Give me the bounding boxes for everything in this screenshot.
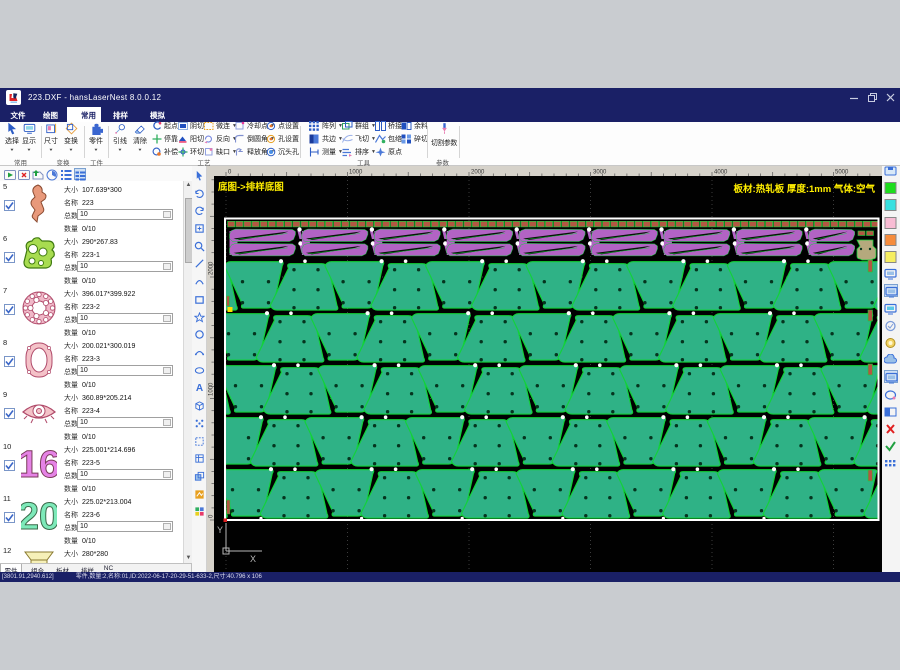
svg-text:底图->排样底图: 底图->排样底图 (217, 181, 284, 193)
svg-text:板材:热轧板 厚度:1mm 气体:空气: 板材:热轧板 厚度:1mm 气体:空气 (734, 183, 876, 195)
svg-text:0: 0 (209, 514, 215, 518)
svg-text:1000: 1000 (209, 382, 215, 396)
svg-text:16: 16 (21, 444, 57, 484)
svg-text:Y: Y (217, 525, 223, 535)
svg-text:20: 20 (21, 496, 57, 536)
svg-text:3000: 3000 (593, 170, 607, 176)
svg-text:X: X (250, 554, 256, 564)
svg-text:2000: 2000 (209, 261, 215, 275)
svg-text:0: 0 (228, 170, 232, 176)
svg-text:4000: 4000 (714, 170, 728, 176)
svg-text:A: A (195, 383, 203, 393)
svg-text:5000: 5000 (835, 170, 849, 176)
svg-text:2000: 2000 (471, 170, 485, 176)
svg-text:1000: 1000 (349, 170, 363, 176)
